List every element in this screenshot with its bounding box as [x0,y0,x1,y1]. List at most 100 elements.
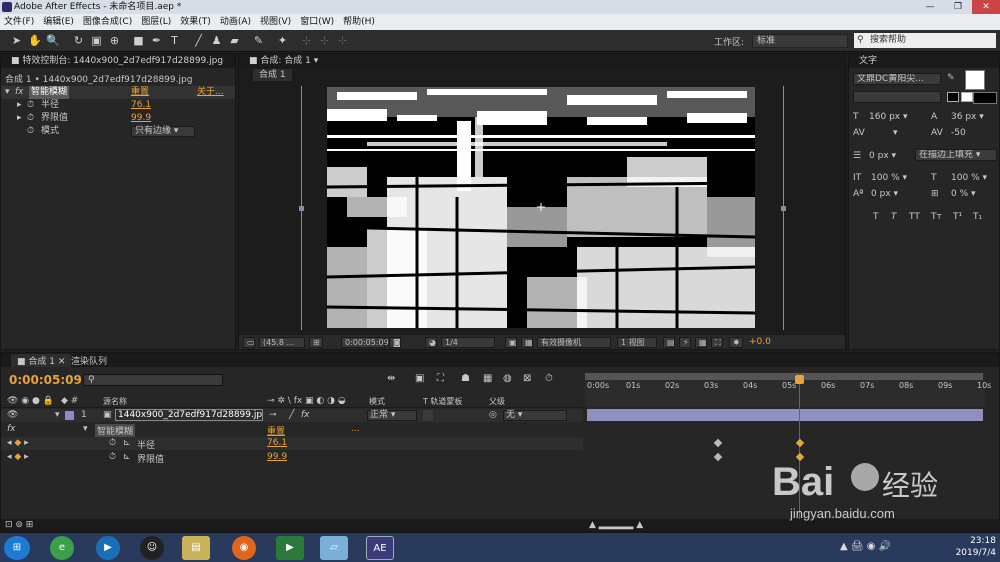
superscript-button[interactable]: T¹ [953,212,962,222]
keyframe-nav-icon[interactable]: ◂ ◆ ▸ [7,438,29,448]
effect-row[interactable]: fx ▾ 智能模糊 重置 ... [1,423,583,437]
expand-triangle-icon[interactable]: ▾ [83,424,88,434]
prop-value[interactable]: 76.1 [131,99,151,112]
region-of-interest-icon[interactable]: ▣ [505,337,517,348]
zoom-select[interactable]: (45.8 ... [259,337,305,348]
faux-bold-button[interactable]: T [873,212,879,222]
blend-mode-select[interactable]: 正常 ▾ [367,410,417,421]
color-channel-icon[interactable]: ◕ [425,337,437,348]
minimize-button[interactable]: — [916,0,944,14]
fx-icon[interactable]: fx [15,86,24,99]
stopwatch-icon[interactable]: ⏱ [109,452,116,462]
composition-subtab[interactable]: 合成 1 [253,69,292,81]
image-viewer-icon[interactable]: ▱ [320,536,348,560]
flowchart-icon[interactable]: ⛶ [711,337,723,348]
safe-zones-icon[interactable]: ⊞ [309,337,323,348]
timeline-search-input[interactable]: ⚲ [83,374,223,386]
effect-reset-link[interactable]: 重置 [267,424,285,437]
hand-tool-icon[interactable]: ✋ [28,34,42,47]
current-time-display[interactable]: 0:00:05:09 [341,337,389,348]
fast-previews-icon[interactable]: ⚡ [679,337,691,348]
workspace-select[interactable]: 标准 [752,34,848,48]
selection-tool-icon[interactable]: ➤ [10,34,23,47]
firefox-icon[interactable]: ◉ [232,536,256,560]
exposure-value[interactable]: +0.0 [749,337,771,347]
font-size-value[interactable]: 160 px ▾ [869,112,908,122]
menu-item[interactable]: 图层(L) [141,17,171,27]
leading-value[interactable]: 36 px ▾ [951,112,984,122]
prop-value[interactable]: 99.9 [131,112,151,125]
quality-switch-icon[interactable]: ╱ [289,410,294,420]
expand-triangle-icon[interactable]: ▸ [17,112,22,125]
prop-value[interactable]: 76.1 [267,438,287,448]
menu-item[interactable]: 效果(T) [180,17,211,27]
prop-row-threshold[interactable]: ◂ ◆ ▸ ⏱ ⊾ 界限值 99.9 [1,451,583,465]
bound-handle-left[interactable] [299,206,304,211]
help-search-input[interactable]: ⚲ 搜索帮助 [854,33,996,48]
view-axis-icon[interactable]: ⊹ [336,34,349,47]
timeline-timecode[interactable]: 0:00:05:09 [9,373,82,387]
pick-whip-icon[interactable]: ◎ [489,410,497,420]
draft-3d-icon[interactable]: ⛶ [437,373,444,384]
font-style-select[interactable] [853,91,941,103]
effect-reset-link[interactable]: 重置 [131,86,149,99]
expand-triangle-icon[interactable]: ▸ [17,99,22,112]
prop-row-radius[interactable]: ▸ ⏱ 半径 76.1 [1,99,235,112]
comp-mini-flowchart-icon[interactable]: ⇹ [387,373,395,384]
subscript-button[interactable]: T₁ [973,212,982,222]
stroke-width-value[interactable]: 0 px ▾ [869,151,896,161]
layer-row[interactable]: 👁 ▾ 1 ▣ 1440x900_2d7edf917d28899.jpg ⊸ ╱… [1,409,583,422]
menu-item[interactable]: 图像合成(C) [83,17,132,27]
zoom-slider[interactable]: ▲ ▂▂▂▂▂ ▲ [589,520,643,530]
start-button-icon[interactable]: ⊞ [4,536,30,560]
small-caps-button[interactable]: Tт [931,212,942,222]
visibility-eye-icon[interactable]: 👁 [7,410,18,420]
pen-tool-icon[interactable]: ✒ [150,34,163,47]
menu-item[interactable]: 视图(V) [260,17,291,27]
keyframe-radius-1[interactable] [713,438,723,448]
layer-duration-bar[interactable] [587,409,983,421]
brush-tool-icon[interactable]: ╱ [192,34,205,47]
qq-icon[interactable]: ☺ [140,536,164,560]
col-mode[interactable]: 模式 [369,396,385,407]
zoom-tool-icon[interactable]: 🔍 [46,34,60,47]
rectangle-tool-icon[interactable]: ■ [132,34,145,47]
col-track-matte[interactable]: T 轨道蒙板 [423,396,462,407]
menu-item[interactable]: 窗口(W) [300,17,334,27]
expand-triangle-icon[interactable]: ▾ [55,410,60,420]
eyedropper-icon[interactable]: ✎ [947,73,955,83]
tray-clock[interactable]: 23:18 2019/7/4 [944,535,996,559]
transparency-grid-icon[interactable]: ▦ [521,337,533,348]
toggle-switches-icon[interactable]: ⊡ ⊚ ⊞ [5,520,33,530]
frame-blending-icon[interactable]: ▦ [483,373,492,384]
world-axis-icon[interactable]: ⊹ [318,34,331,47]
font-family-select[interactable]: 文鼎DC黄阳尖... [853,73,941,85]
time-ruler[interactable]: 0:00s 01s 02s 03s 04s 05s 06s 07s 08s 09s 10s [585,373,991,407]
effect-about-link[interactable]: 关于... [197,86,224,99]
stopwatch-icon[interactable]: ⏱ [27,112,34,125]
prop-value[interactable]: 99.9 [267,452,287,462]
col-source-name[interactable]: 源名称 [103,396,127,407]
video-editor-icon[interactable]: ▶ [276,536,304,560]
axis-mode-icon[interactable]: ⊹ [300,34,313,47]
prop-row-mode[interactable]: ⏱ 模式 只有边缘 ▾ [1,125,235,138]
effect-more-link[interactable]: ... [351,424,360,434]
kerning-select[interactable]: ▾ [893,128,898,138]
stroke-color-swatch[interactable] [973,92,997,104]
camera-select[interactable]: 有效摄像机 [537,337,611,348]
views-select[interactable]: 1 视图 [617,337,657,348]
menu-item[interactable]: 动画(A) [220,17,251,27]
composition-canvas[interactable] [327,87,755,328]
resolution-select[interactable]: 1/4 [441,337,495,348]
collapse-switch-icon[interactable]: ⊸ [269,410,277,420]
mode-select[interactable]: 只有边缘 ▾ [131,126,195,137]
camera-tool-icon[interactable]: ▣ [90,34,103,47]
composition-panel-tab[interactable]: ■ 合成: 合成 1 ▾ [239,54,845,68]
clone-stamp-tool-icon[interactable]: ♟ [210,34,223,47]
roto-brush-tool-icon[interactable]: ✎ [252,34,265,47]
all-caps-button[interactable]: TT [909,212,920,222]
black-swatch[interactable] [947,92,959,102]
bound-handle-right[interactable] [781,206,786,211]
horizontal-scale-value[interactable]: 100 % ▾ [951,173,987,183]
rotate-tool-icon[interactable]: ↻ [72,34,85,47]
